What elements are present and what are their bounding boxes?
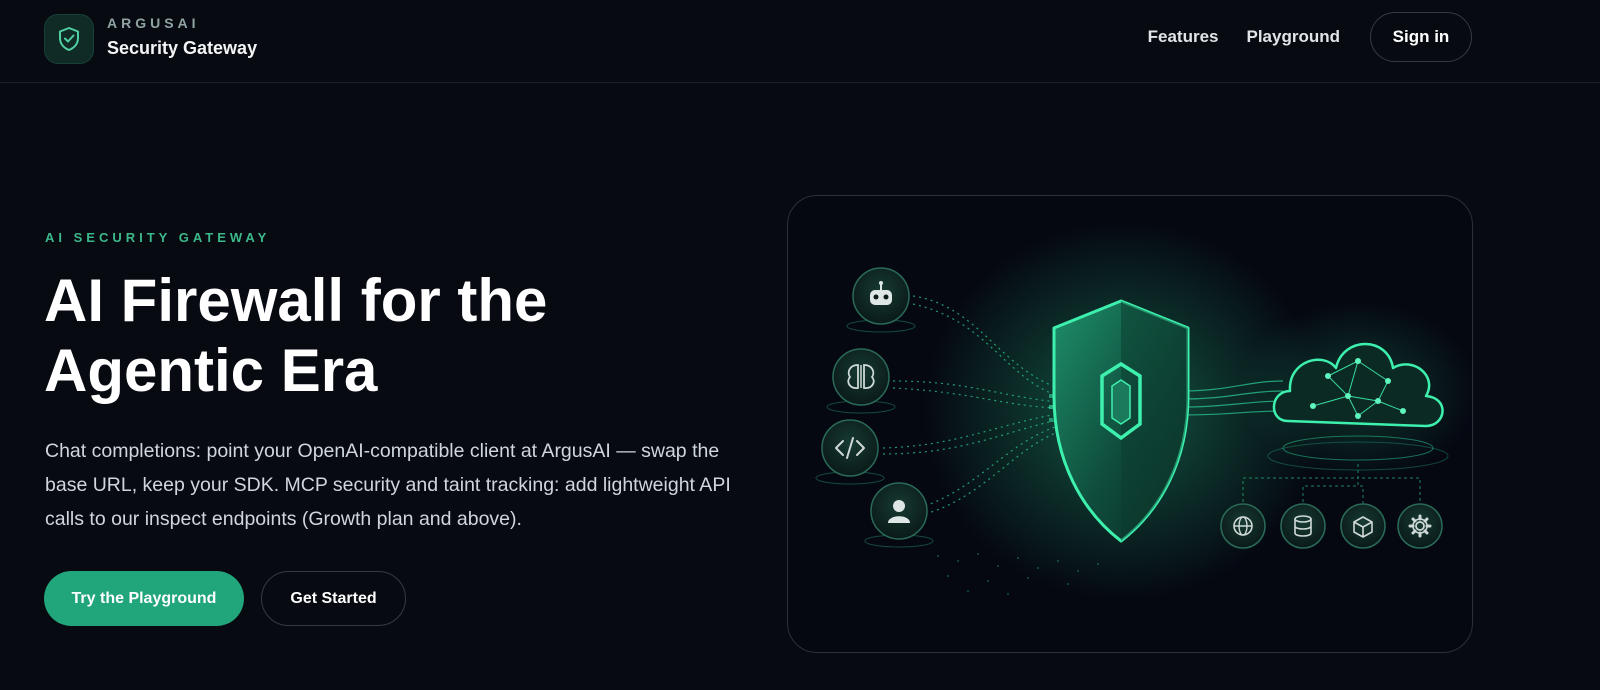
hero-title: AI Firewall for the Agentic Era [44,266,704,406]
globe-icon [1220,503,1266,549]
sign-in-button[interactable]: Sign in [1370,12,1472,62]
user-icon [864,482,934,548]
landing-page: ARGUSAI Security Gateway Features Playgr… [0,0,1600,690]
hero-title-line-1: AI Firewall for the [44,267,548,334]
main-nav: Features Playground Sign in [1148,12,1472,62]
logo[interactable] [44,14,94,64]
hero-title-line-2: Agentic Era [44,337,378,404]
shield-check-icon [59,27,79,51]
brain-icon [826,348,896,414]
try-playground-button[interactable]: Try the Playground [44,571,244,626]
get-started-button[interactable]: Get Started [261,571,406,626]
code-icon [815,419,885,485]
top-header: ARGUSAI Security Gateway Features Playgr… [0,0,1600,83]
nav-link-features[interactable]: Features [1148,27,1219,47]
robot-icon [846,267,916,333]
cube-icon [1340,503,1386,549]
database-icon [1280,503,1326,549]
firewall-illustration [815,221,1472,601]
brand-wordmark: ARGUSAI [107,15,200,31]
hero-illustration-card [787,195,1473,653]
nav-link-playground[interactable]: Playground [1246,27,1340,47]
hero-eyebrow: AI SECURITY GATEWAY [45,230,271,245]
gear-icon [1397,503,1443,549]
hero-description: Chat completions: point your OpenAI-comp… [45,440,731,530]
brand-product-name: Security Gateway [107,38,258,58]
